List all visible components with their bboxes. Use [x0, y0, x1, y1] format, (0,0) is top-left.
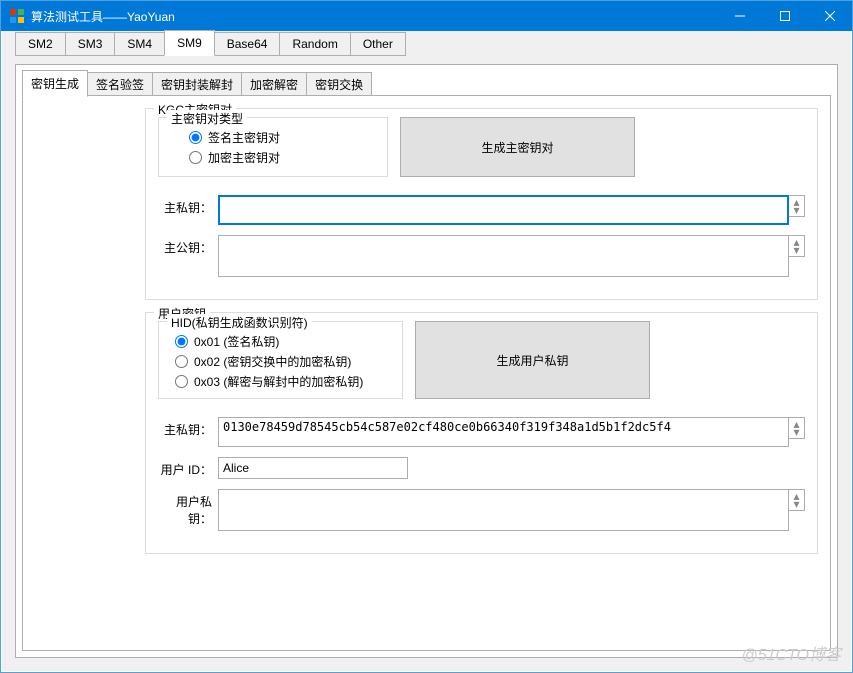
user-private-key-input[interactable]	[218, 489, 789, 531]
title-bar: 算法测试工具——YaoYuan	[1, 1, 852, 31]
radio-hid-0x02[interactable]	[175, 355, 188, 368]
sub-tab-4[interactable]: 密钥交换	[306, 72, 372, 97]
hid-group: HID(私钥生成函数识别符) 0x01 (签名私钥) 0x02 (密钥交换中的加…	[158, 321, 403, 399]
sub-tab-1[interactable]: 签名验签	[87, 72, 153, 97]
hid-group-label: HID(私钥生成函数识别符)	[167, 314, 312, 331]
master-public-key-input[interactable]	[218, 235, 789, 277]
master-private-key-input[interactable]	[218, 195, 789, 225]
radio-row-hid2[interactable]: 0x02 (密钥交换中的加密私钥)	[175, 353, 392, 370]
scrollbar-hint-icon: ▴▾	[789, 195, 805, 217]
user-key-group: 用户密钥 HID(私钥生成函数识别符) 0x01 (签名私钥) 0x02 (密钥…	[145, 312, 818, 554]
close-button[interactable]	[807, 1, 852, 31]
master-private-key-row: 主私钥： ▴▾	[158, 195, 805, 225]
radio-enc-label: 加密主密钥对	[208, 149, 280, 166]
minimize-button[interactable]	[717, 1, 762, 31]
user-id-label: 用户 ID：	[158, 457, 218, 478]
scrollbar-hint-icon: ▴▾	[789, 489, 805, 511]
radio-row-hid1[interactable]: 0x01 (签名私钥)	[175, 333, 392, 350]
master-public-key-row: 主公钥： ▴▾	[158, 235, 805, 277]
sub-tab-strip: 密钥生成签名验签密钥封装解封加密解密密钥交换	[22, 72, 837, 97]
radio-sign-label: 签名主密钥对	[208, 129, 280, 146]
radio-enc-master-key[interactable]	[189, 151, 202, 164]
master-key-type-label: 主密钥对类型	[167, 110, 247, 127]
scrollbar-hint-icon: ▴▾	[789, 417, 805, 439]
main-tab-base64[interactable]: Base64	[214, 32, 281, 56]
user-id-input[interactable]	[218, 457, 408, 479]
scrollbar-hint-icon: ▴▾	[789, 235, 805, 257]
generate-user-private-key-label: 生成用户私钥	[496, 352, 568, 369]
sub-tab-2[interactable]: 密钥封装解封	[152, 72, 242, 97]
user-id-row: 用户 ID：	[158, 457, 805, 479]
app-icon	[9, 8, 25, 24]
sub-tab-3[interactable]: 加密解密	[241, 72, 307, 97]
generate-master-key-button[interactable]: 生成主密钥对	[400, 117, 635, 177]
radio-hid-0x02-label: 0x02 (密钥交换中的加密私钥)	[194, 353, 351, 370]
generate-user-private-key-button[interactable]: 生成用户私钥	[415, 321, 650, 399]
radio-sign-master-key[interactable]	[189, 131, 202, 144]
main-tab-sm2[interactable]: SM2	[15, 32, 66, 56]
main-tab-other[interactable]: Other	[350, 32, 406, 56]
main-tab-sm9[interactable]: SM9	[164, 30, 215, 56]
user-master-private-key-input[interactable]: 0130e78459d78545cb54c587e02cf480ce0b6634…	[218, 417, 789, 447]
master-private-key-label: 主私钥：	[158, 195, 218, 216]
main-tab-sm4[interactable]: SM4	[114, 32, 165, 56]
user-private-key-label: 用户私钥：	[158, 489, 218, 527]
main-tab-sm3[interactable]: SM3	[65, 32, 116, 56]
radio-hid-0x03[interactable]	[175, 375, 188, 388]
user-private-key-row: 用户私钥： ▴▾	[158, 489, 805, 531]
radio-row-sign[interactable]: 签名主密钥对	[189, 129, 377, 146]
maximize-button[interactable]	[762, 1, 807, 31]
user-master-private-key-label: 主私钥：	[158, 417, 218, 438]
client-area: SM2SM3SM4SM9Base64RandomOther 密钥生成签名验签密钥…	[2, 31, 851, 671]
radio-row-hid3[interactable]: 0x03 (解密与解封中的加密私钥)	[175, 373, 392, 390]
sub-tab-page-keygen: KGC主密钥对 主密钥对类型 签名主密钥对 加密主密钥对	[22, 95, 831, 651]
sub-tab-0[interactable]: 密钥生成	[22, 70, 88, 97]
master-key-type-group: 主密钥对类型 签名主密钥对 加密主密钥对	[158, 117, 388, 177]
generate-master-key-label: 生成主密钥对	[481, 139, 553, 156]
user-master-private-key-row: 主私钥： 0130e78459d78545cb54c587e02cf480ce0…	[158, 417, 805, 447]
radio-hid-0x01[interactable]	[175, 335, 188, 348]
kgc-master-key-group: KGC主密钥对 主密钥对类型 签名主密钥对 加密主密钥对	[145, 108, 818, 300]
radio-hid-0x03-label: 0x03 (解密与解封中的加密私钥)	[194, 373, 363, 390]
radio-hid-0x01-label: 0x01 (签名私钥)	[194, 333, 279, 350]
window-title: 算法测试工具——YaoYuan	[31, 8, 717, 25]
main-tab-page: 密钥生成签名验签密钥封装解封加密解密密钥交换 KGC主密钥对 主密钥对类型 签名…	[15, 64, 838, 658]
main-tab-strip: SM2SM3SM4SM9Base64RandomOther	[15, 32, 851, 56]
master-public-key-label: 主公钥：	[158, 235, 218, 256]
main-tab-random[interactable]: Random	[279, 32, 350, 56]
radio-row-enc[interactable]: 加密主密钥对	[189, 149, 377, 166]
